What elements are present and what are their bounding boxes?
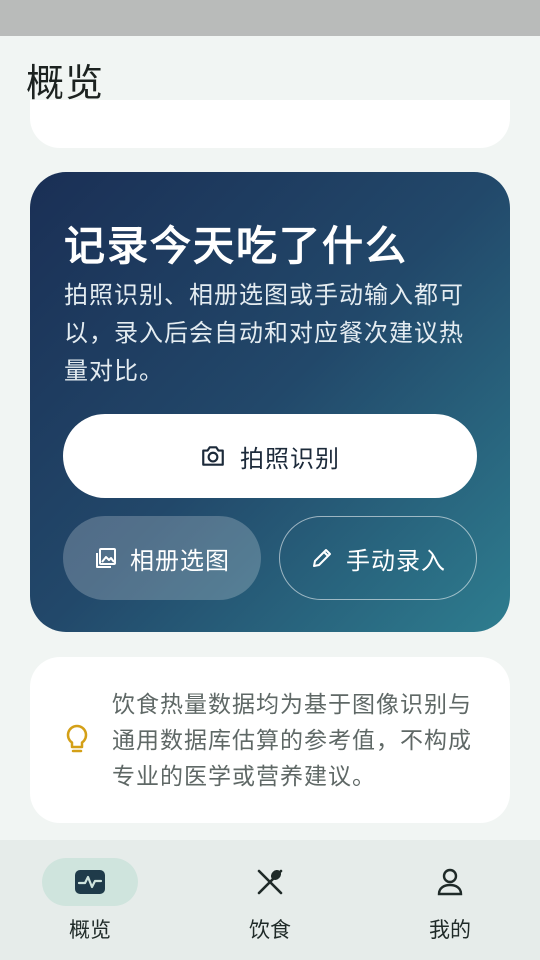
previous-card-bottom	[30, 100, 510, 148]
manual-entry-button[interactable]: 手动录入	[279, 516, 477, 600]
hero-title: 记录今天吃了什么	[64, 222, 408, 270]
disclaimer-text: 饮食热量数据均为基于图像识别与通用数据库估算的参考值，不构成专业的医学或营养建议…	[112, 692, 472, 790]
activity-icon	[74, 869, 106, 895]
utensils-icon	[254, 866, 286, 898]
camera-recognize-button[interactable]: 拍照识别	[63, 414, 477, 498]
nav-active-indicator	[42, 858, 138, 906]
record-food-card: 记录今天吃了什么 拍照识别、相册选图或手动输入都可以，录入后会自动和对应餐次建议…	[30, 172, 510, 632]
nav-item-diet[interactable]: 饮食	[210, 858, 330, 948]
nav-label-diet: 饮食	[249, 918, 291, 942]
person-icon	[436, 867, 464, 897]
disclaimer-card: 饮食热量数据均为基于图像识别与通用数据库估算的参考值，不构成专业的医学或营养建议…	[30, 657, 510, 823]
status-bar	[0, 0, 540, 36]
nav-item-profile[interactable]: 我的	[390, 858, 510, 948]
hero-description: 拍照识别、相册选图或手动输入都可以，录入后会自动和对应餐次建议热量对比。	[64, 281, 464, 385]
album-select-button[interactable]: 相册选图	[63, 516, 261, 600]
pencil-icon	[310, 546, 334, 570]
image-icon	[94, 546, 118, 570]
nav-label-profile: 我的	[429, 918, 471, 942]
lightbulb-icon	[64, 723, 90, 757]
bottom-navigation: 概览 饮食 我的	[0, 840, 540, 960]
manual-entry-label: 手动录入	[346, 546, 446, 575]
nav-item-overview[interactable]: 概览	[30, 858, 150, 948]
page-title: 概览	[26, 61, 105, 105]
album-select-label: 相册选图	[130, 546, 230, 575]
nav-icon-wrap-profile	[402, 858, 498, 906]
camera-icon	[200, 443, 226, 469]
nav-icon-wrap-diet	[222, 858, 318, 906]
camera-recognize-label: 拍照识别	[240, 444, 340, 473]
nav-label-overview: 概览	[69, 918, 111, 942]
